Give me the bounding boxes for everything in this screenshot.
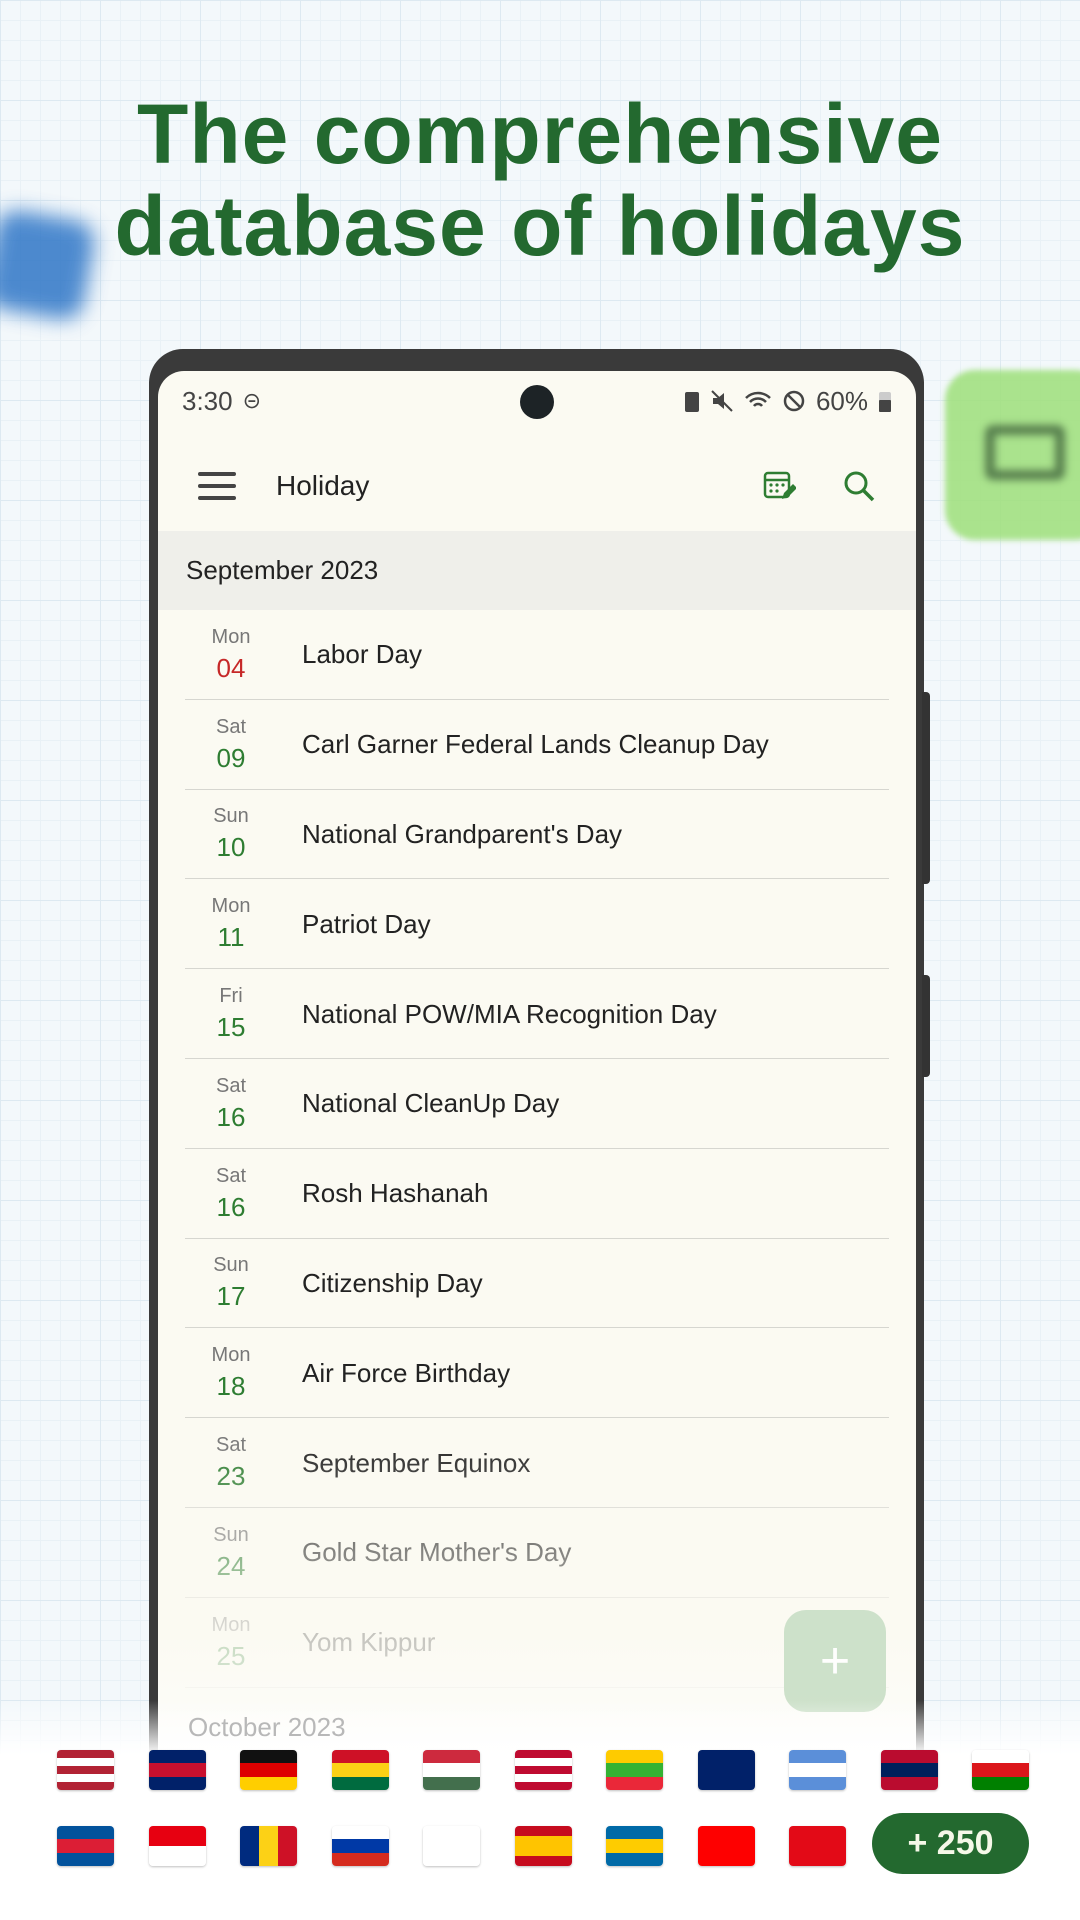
day-of-week: Sun — [213, 1254, 249, 1277]
holiday-row[interactable]: Sat 16 Rosh Hashanah — [158, 1149, 916, 1239]
holiday-row[interactable]: Sun 10 National Grandparent's Day — [158, 790, 916, 880]
day-of-week: Mon — [211, 1344, 251, 1367]
holiday-date: Sun 17 — [158, 1254, 286, 1312]
holiday-row[interactable]: Sat 09 Carl Garner Federal Lands Cleanup D… — [158, 700, 916, 790]
holiday-date: Sun 10 — [158, 805, 286, 863]
flag-us-icon — [57, 1750, 114, 1790]
flag-ru-icon — [331, 1826, 389, 1866]
dnd-icon: ⊝ — [242, 388, 262, 413]
holiday-date: Mon 18 — [158, 1344, 286, 1402]
day-number: 09 — [216, 742, 246, 773]
headline-line-1: The comprehensive — [137, 87, 943, 181]
holiday-row[interactable]: Mon 11 Patriot Day — [158, 879, 916, 969]
month-header-next: October 2023 — [188, 1712, 346, 1742]
flag-hu-icon — [423, 1750, 480, 1790]
flag-gb-icon — [148, 1750, 206, 1790]
day-of-week: Mon — [211, 895, 251, 918]
flag-gh-icon — [331, 1750, 389, 1790]
holiday-name: Air Force Birthday — [302, 1357, 511, 1388]
holiday-date: Sat 09 — [158, 716, 286, 774]
flag-ro-icon — [240, 1826, 297, 1866]
flag-ni-icon — [789, 1750, 846, 1790]
no-signal-icon — [783, 390, 805, 412]
day-number: 16 — [216, 1101, 246, 1132]
flag-no-icon — [880, 1750, 938, 1790]
app-title: Holiday — [276, 470, 370, 501]
flag-om-icon — [972, 1750, 1029, 1790]
headline-line-2: database of holidays — [114, 179, 966, 273]
decorative-basket-tile — [945, 370, 1080, 540]
flag-id-icon — [148, 1826, 206, 1866]
holiday-row[interactable]: Sun 17 Citizenship Day — [158, 1239, 916, 1329]
holiday-row[interactable]: Sat 16 National CleanUp Day — [158, 1059, 916, 1149]
day-of-week: Sat — [215, 1164, 247, 1187]
status-time: 3:30 — [182, 385, 233, 416]
holiday-name: Citizenship Day — [302, 1267, 483, 1298]
day-number: 16 — [216, 1191, 246, 1222]
day-of-week: Sat — [215, 1074, 247, 1097]
calendar-edit-icon[interactable] — [762, 469, 796, 503]
holiday-name: National POW/MIA Recognition Day — [302, 998, 717, 1029]
add-holiday-button[interactable]: + — [784, 1610, 886, 1712]
more-countries-badge: + 250 — [872, 1813, 1029, 1874]
flag-is-icon — [57, 1826, 114, 1866]
month-header: September 2023 — [158, 531, 916, 610]
holiday-date: Fri 15 — [158, 985, 286, 1043]
wifi-icon — [745, 391, 771, 407]
day-number: 11 — [217, 922, 245, 953]
flag-kr-icon — [423, 1826, 480, 1866]
flag-se-icon — [606, 1826, 663, 1866]
mute-icon — [711, 390, 733, 412]
day-number: 17 — [216, 1281, 246, 1312]
flag-row — [57, 1745, 1057, 1795]
flag-mm-icon — [606, 1750, 663, 1790]
battery-saver-icon — [684, 392, 699, 412]
day-number: 04 — [216, 652, 246, 683]
holiday-row[interactable]: Mon 04 Labor Day — [158, 610, 916, 700]
flag-tw-icon — [697, 1826, 755, 1866]
headline: The comprehensive database of holidays — [0, 88, 1080, 272]
flag-tr-icon — [789, 1826, 846, 1866]
holiday-name: Carl Garner Federal Lands Cleanup Day — [302, 729, 769, 760]
phone-side-button — [922, 975, 930, 1077]
holiday-date: Mon 11 — [158, 895, 286, 953]
day-number: 18 — [216, 1371, 246, 1402]
holiday-name: Patriot Day — [302, 908, 431, 939]
holiday-name: Labor Day — [302, 639, 422, 670]
holiday-row[interactable]: Fri 15 National POW/MIA Recognition Day — [158, 969, 916, 1059]
holiday-row[interactable]: Mon 18 Air Force Birthday — [158, 1328, 916, 1418]
basket-icon — [985, 425, 1065, 480]
battery-level: 60% — [815, 385, 868, 416]
menu-icon[interactable] — [198, 472, 236, 500]
holiday-date: Sat 16 — [158, 1165, 286, 1223]
flag-nz-icon — [697, 1750, 755, 1790]
day-of-week: Mon — [211, 625, 251, 648]
battery-icon — [879, 392, 891, 412]
day-number: 10 — [216, 832, 246, 863]
flag-lr-icon — [514, 1750, 572, 1790]
day-number: 15 — [216, 1012, 246, 1043]
holiday-name: Rosh Hashanah — [302, 1178, 489, 1209]
holiday-name: National CleanUp Day — [302, 1088, 560, 1119]
day-of-week: Fri — [219, 985, 243, 1008]
day-of-week: Sun — [213, 805, 249, 828]
flag-de-icon — [240, 1750, 297, 1790]
holiday-date: Mon 04 — [158, 626, 286, 684]
phone-side-button — [922, 692, 930, 884]
day-of-week: Sat — [215, 715, 247, 738]
search-icon[interactable] — [842, 469, 876, 503]
holiday-date: Sat 16 — [158, 1075, 286, 1133]
holiday-name: National Grandparent's Day — [302, 818, 623, 849]
app-toolbar: Holiday — [158, 431, 916, 541]
flag-es-icon — [514, 1826, 572, 1866]
front-camera — [520, 385, 554, 419]
